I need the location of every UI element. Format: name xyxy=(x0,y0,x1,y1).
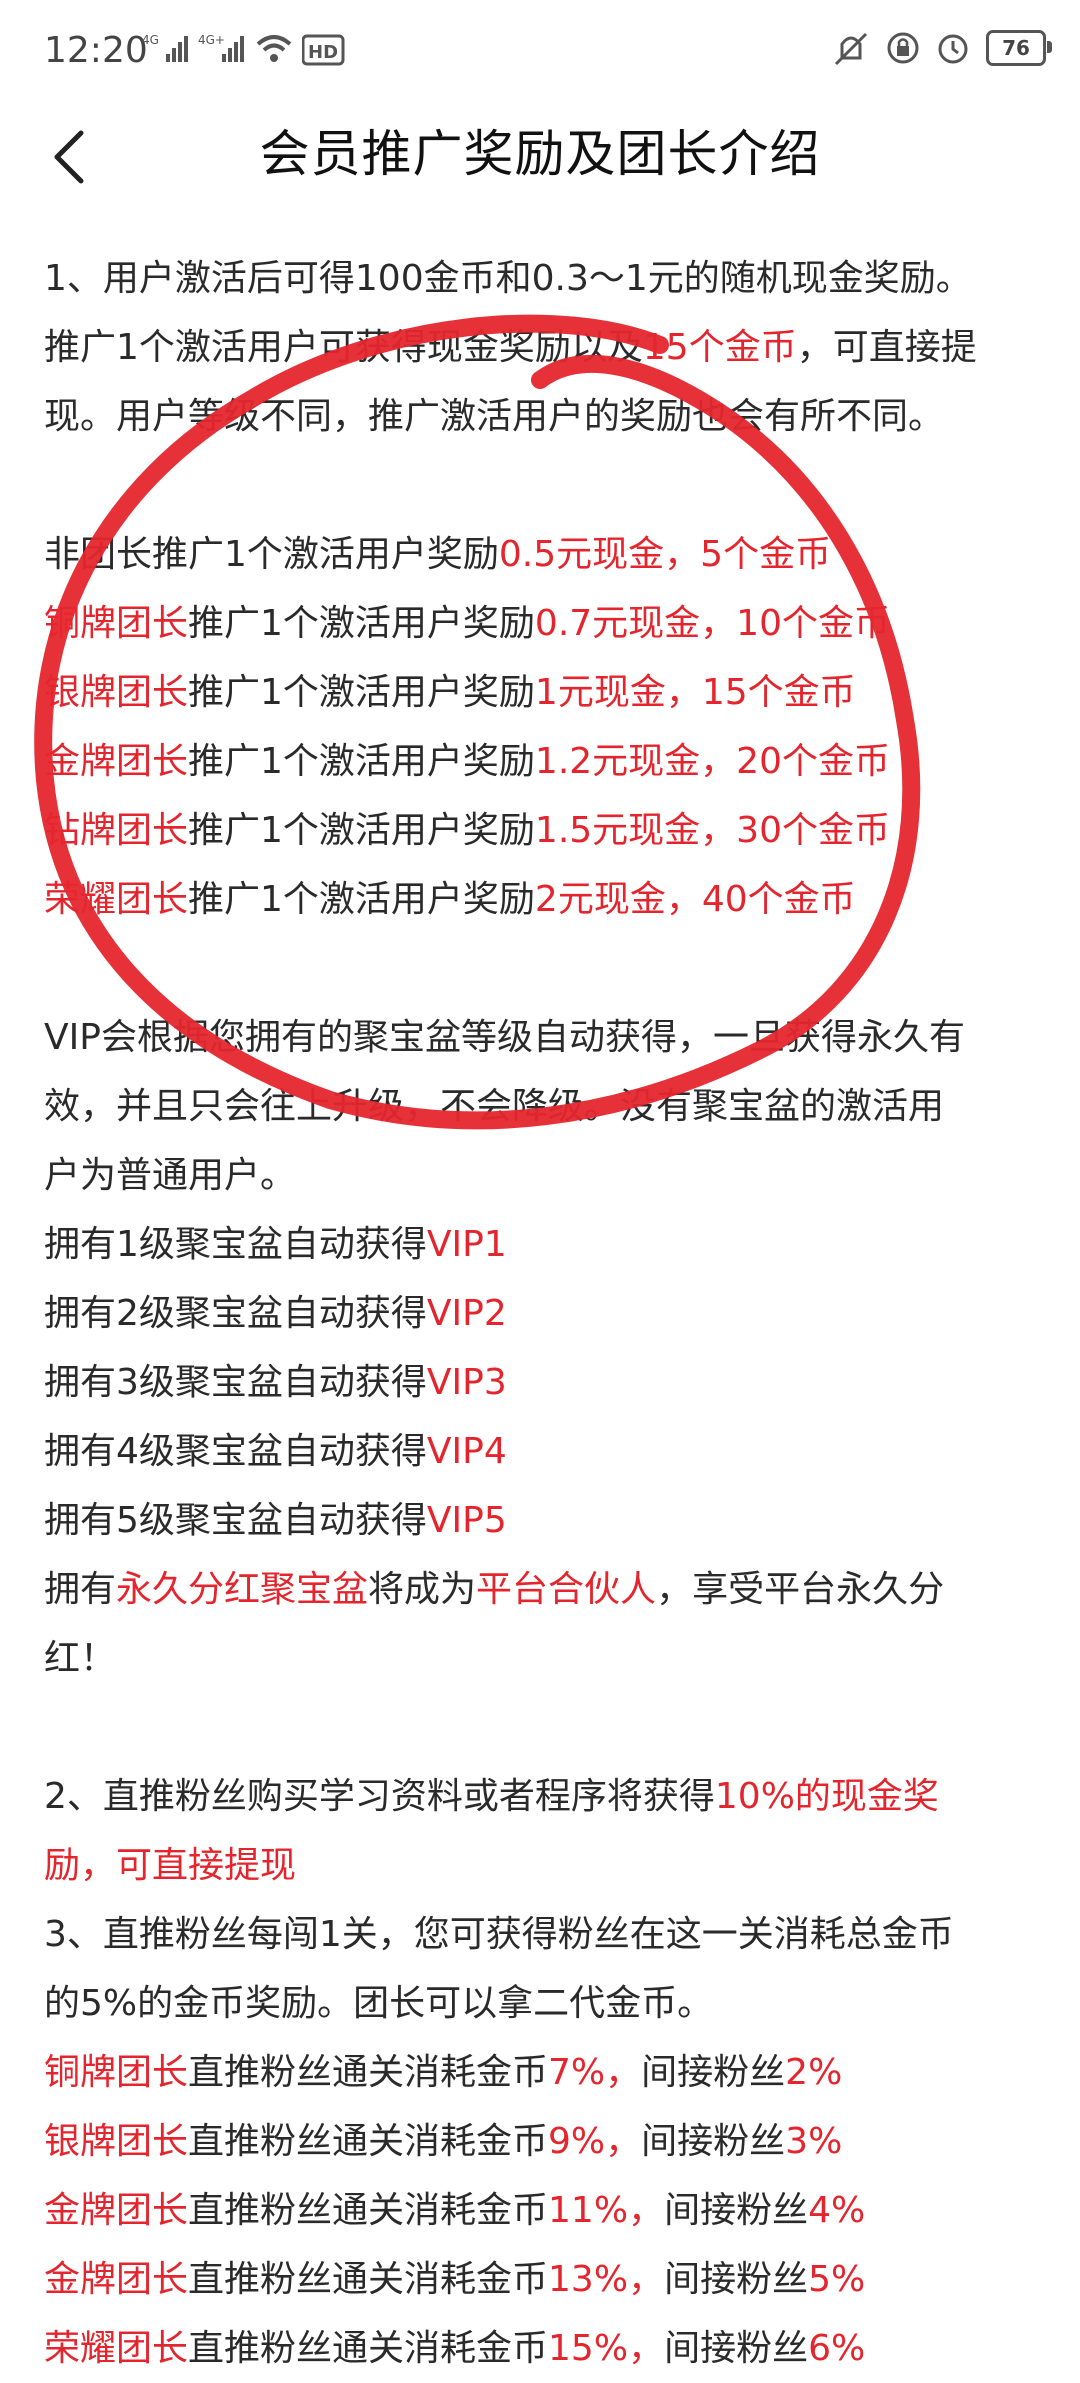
s2-line1: 2、直推粉丝购买学习资料或者程序将获得10%的现金奖 xyxy=(44,1776,939,1817)
s3-row: 金牌团长直推粉丝通关消耗金币13%，间接粉丝5% xyxy=(44,2259,866,2300)
signal-4g-plus-icon: 4G+ xyxy=(198,33,244,62)
s1-line3: 现。用户等级不同，推广激活用户的奖励也会有所不同。 xyxy=(44,396,945,437)
status-time: 12:20 xyxy=(44,30,148,71)
leader-row: 荣耀团长推广1个激活用户奖励2元现金，40个金币 xyxy=(44,879,856,920)
s3-row: 金牌团长直推粉丝通关消耗金币11%，间接粉丝4% xyxy=(44,2190,866,2231)
hd-icon: HD xyxy=(302,34,345,66)
leader-row: 非团长推广1个激活用户奖励0.5元现金，5个金币 xyxy=(44,534,832,575)
wifi-icon xyxy=(256,35,292,62)
page-title: 会员推广奖励及团长介绍 xyxy=(259,125,821,183)
alarm-icon xyxy=(938,34,968,64)
network-2-label: 4G+ xyxy=(198,33,225,47)
leader-row: 金牌团长推广1个激活用户奖励1.2元现金，20个金币 xyxy=(44,741,890,782)
s3-row: 铜牌团长直推粉丝通关消耗金币7%，间接粉丝2% xyxy=(44,2052,843,2093)
network-1-label: 4G xyxy=(142,33,159,47)
vip-level-row: 拥有1级聚宝盆自动获得VIP1 xyxy=(44,1224,507,1265)
s2-line2: 励，可直接提现 xyxy=(44,1845,297,1886)
vip-level-row: 拥有5级聚宝盆自动获得VIP5 xyxy=(44,1500,507,1541)
status-bar: 12:20 4G 4G+ HD 76 xyxy=(0,0,1080,110)
article-content: 1、用户激活后可得100金币和0.3～1元的随机现金奖励。 推广1个激活用户可获… xyxy=(44,244,1044,2383)
partner-line-2: 红！ xyxy=(44,1638,117,1679)
s3-row: 荣耀团长直推粉丝通关消耗金币15%，间接粉丝6% xyxy=(44,2328,866,2369)
signal-4g-icon: 4G xyxy=(142,33,188,62)
vip-intro: VIP会根据您拥有的聚宝盆等级自动获得，一旦获得永久有 xyxy=(44,1017,965,1058)
s3-row: 银牌团长直推粉丝通关消耗金币9%，间接粉丝3% xyxy=(44,2121,843,2162)
s1-line2: 推广1个激活用户可获得现金奖励以及15个金币，可直接提 xyxy=(44,327,977,368)
lock-rotation-icon xyxy=(887,32,919,64)
title-bar: 会员推广奖励及团长介绍 xyxy=(0,110,1080,230)
vibrate-icon xyxy=(834,32,868,66)
leader-row: 钻牌团长推广1个激活用户奖励1.5元现金，30个金币 xyxy=(44,810,890,851)
s3-line2: 的5%的金币奖励。团长可以拿二代金币。 xyxy=(44,1983,714,2024)
status-left-icons: 4G 4G+ HD xyxy=(142,32,346,66)
leader-row: 铜牌团长推广1个激活用户奖励0.7元现金，10个金币 xyxy=(44,603,890,644)
s1-line1: 1、用户激活后可得100金币和0.3～1元的随机现金奖励。 xyxy=(44,258,972,299)
vip-level-row: 拥有3级聚宝盆自动获得VIP3 xyxy=(44,1362,507,1403)
vip-intro: 户为普通用户。 xyxy=(44,1155,297,1196)
battery-indicator: 76 xyxy=(986,30,1052,66)
vip-intro: 效，并且只会往上升级，不会降级。没有聚宝盆的激活用 xyxy=(44,1086,945,1127)
leader-row: 银牌团长推广1个激活用户奖励1元现金，15个金币 xyxy=(44,672,856,713)
s3-line1: 3、直推粉丝每闯1关，您可获得粉丝在这一关消耗总金币 xyxy=(44,1914,954,1955)
vip-level-row: 拥有2级聚宝盆自动获得VIP2 xyxy=(44,1293,507,1334)
partner-line: 拥有永久分红聚宝盆将成为平台合伙人，享受平台永久分 xyxy=(44,1569,945,1610)
hd-label: HD xyxy=(308,42,338,63)
vip-level-row: 拥有4级聚宝盆自动获得VIP4 xyxy=(44,1431,507,1472)
status-right-icons: 76 xyxy=(832,30,1052,66)
